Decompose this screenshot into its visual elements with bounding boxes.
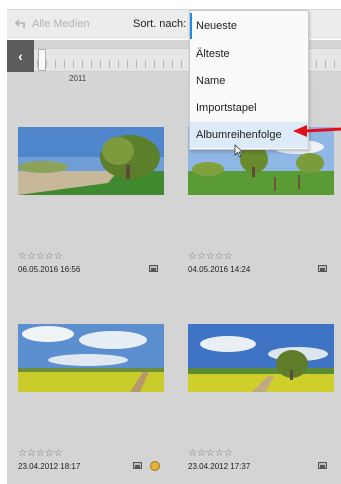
capture-date: 23.04.2012 17:37 xyxy=(188,462,251,471)
media-thumbnail[interactable] xyxy=(18,324,164,392)
media-thumbnail[interactable] xyxy=(188,324,334,392)
rating-stars[interactable]: ☆☆☆☆☆ xyxy=(18,251,63,262)
timeline-handle[interactable] xyxy=(38,49,46,71)
chevron-left-icon: ‹ xyxy=(18,48,23,64)
sort-option-album-order[interactable]: Albumreihenfolge xyxy=(190,122,308,148)
annotation-arrow-icon xyxy=(293,125,341,137)
capture-date: 23.04.2012 18:17 xyxy=(18,462,81,471)
timeline-year-label: 2011 xyxy=(69,74,87,83)
capture-date: 04.05.2016 14:24 xyxy=(188,265,251,274)
photo-icon xyxy=(133,462,142,469)
sort-option-import-batch[interactable]: Importstapel xyxy=(190,95,308,121)
mouse-pointer-icon xyxy=(234,144,244,158)
landscape-photo xyxy=(18,324,164,392)
timeline-prev-button[interactable]: ‹ xyxy=(7,40,34,72)
landscape-photo xyxy=(188,324,334,392)
rating-stars[interactable]: ☆☆☆☆☆ xyxy=(18,448,63,459)
sort-option-oldest[interactable]: Älteste xyxy=(190,41,308,67)
photo-icon xyxy=(318,462,327,469)
stack-icon xyxy=(150,461,160,471)
media-thumbnail[interactable] xyxy=(18,127,164,195)
sort-dropdown-menu: Neueste Älteste Name Importstapel Albumr… xyxy=(189,10,309,150)
back-arrow-icon xyxy=(15,19,25,28)
sort-option-name[interactable]: Name xyxy=(190,68,308,94)
back-to-all-media-button[interactable]: Alle Medien xyxy=(15,18,89,30)
photo-icon xyxy=(149,265,158,272)
capture-date: 06.05.2016 16:56 xyxy=(18,265,81,274)
photo-icon xyxy=(318,265,327,272)
sort-label: Sort. nach: xyxy=(133,18,187,30)
rating-stars[interactable]: ☆☆☆☆☆ xyxy=(188,251,233,262)
sort-option-newest[interactable]: Neueste xyxy=(190,13,308,39)
back-label: Alle Medien xyxy=(32,18,90,30)
rating-stars[interactable]: ☆☆☆☆☆ xyxy=(188,448,233,459)
landscape-photo xyxy=(18,127,164,195)
